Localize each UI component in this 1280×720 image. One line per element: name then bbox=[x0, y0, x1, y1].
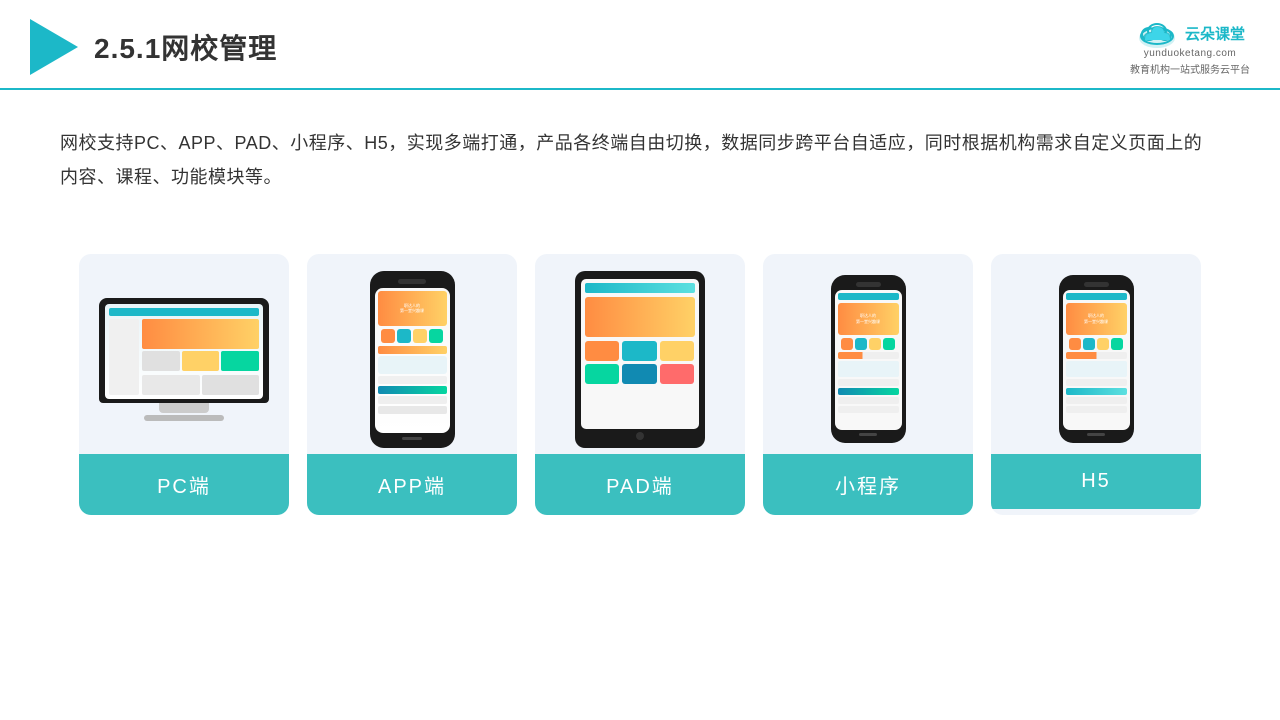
h5-image-area: 职达人的第一堂兴趣课 bbox=[991, 254, 1201, 454]
card-miniapp: 职达人的第一堂兴趣课 bbox=[763, 254, 973, 515]
cards-container: PC端 职达人的第一堂兴趣课 bbox=[0, 224, 1280, 535]
logo-cn-text: 云朵课堂 bbox=[1185, 23, 1245, 44]
app-phone-icon: 职达人的第一堂兴趣课 bbox=[370, 271, 455, 448]
miniapp-label: 小程序 bbox=[763, 454, 973, 515]
pad-label: PAD端 bbox=[535, 454, 745, 515]
logo-en-text: yunduoketang.com bbox=[1144, 48, 1237, 59]
page-title: 2.5.1网校管理 bbox=[94, 27, 277, 67]
description-text: 网校支持PC、APP、PAD、小程序、H5，实现多端打通，产品各终端自由切换，数… bbox=[0, 90, 1280, 214]
miniapp-phone-icon: 职达人的第一堂兴趣课 bbox=[831, 275, 906, 443]
header: 2.5.1网校管理 云朵课堂 yunduoketang.com 教育机构一站式服… bbox=[0, 0, 1280, 90]
h5-label: H5 bbox=[991, 454, 1201, 509]
app-image-area: 职达人的第一堂兴趣课 bbox=[307, 254, 517, 454]
card-pc: PC端 bbox=[79, 254, 289, 515]
h5-phone-icon: 职达人的第一堂兴趣课 bbox=[1059, 275, 1134, 443]
triangle-logo-icon bbox=[30, 19, 78, 75]
pad-tablet-icon bbox=[575, 271, 705, 448]
brand-logo: 云朵课堂 yunduoketang.com 教育机构一站式服务云平台 bbox=[1130, 18, 1250, 76]
pc-monitor-icon bbox=[99, 298, 269, 421]
miniapp-image-area: 职达人的第一堂兴趣课 bbox=[763, 254, 973, 454]
card-h5: 职达人的第一堂兴趣课 bbox=[991, 254, 1201, 515]
pc-label: PC端 bbox=[79, 454, 289, 515]
cloud-icon bbox=[1135, 18, 1179, 48]
logo-slogan-text: 教育机构一站式服务云平台 bbox=[1130, 61, 1250, 76]
card-app: 职达人的第一堂兴趣课 bbox=[307, 254, 517, 515]
cloud-logo-icon: 云朵课堂 bbox=[1135, 18, 1245, 48]
header-left: 2.5.1网校管理 bbox=[30, 19, 277, 75]
pc-image-area bbox=[79, 254, 289, 454]
app-label: APP端 bbox=[307, 454, 517, 515]
card-pad: PAD端 bbox=[535, 254, 745, 515]
pad-image-area bbox=[535, 254, 745, 454]
